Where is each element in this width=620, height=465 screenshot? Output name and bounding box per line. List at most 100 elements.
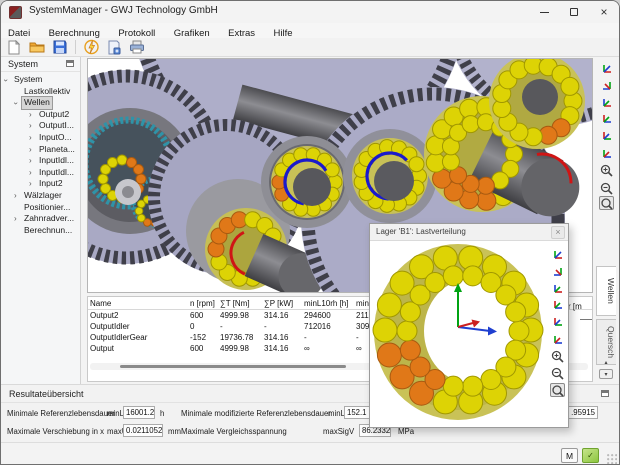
min-ref-life-field[interactable]: 16001.2 [123, 406, 155, 419]
axis-view-icon [601, 113, 613, 125]
tree-item-input2[interactable]: ›Input2 [1, 178, 80, 190]
bearing-window-close-button[interactable]: × [551, 226, 565, 239]
max-displacement-field[interactable]: 0.0211052 [123, 424, 163, 437]
scrollbar-thumb[interactable] [120, 365, 346, 368]
tab-scroll-down[interactable]: ▾ [599, 369, 613, 379]
document-plus-icon [107, 40, 121, 55]
clipped-column-header: r [m [568, 302, 582, 311]
float-panel-icon[interactable] [66, 60, 74, 67]
axis-view-icon [601, 130, 613, 142]
max-stress-unit: MPa [398, 427, 414, 436]
view-iso-button[interactable] [599, 61, 614, 75]
minimize-icon [540, 12, 549, 13]
zoom-out-button[interactable] [599, 181, 614, 195]
expander-icon[interactable]: › [29, 132, 32, 144]
expander-icon[interactable]: › [29, 109, 32, 121]
min-ref-life-label: Minimale Referenzlebensdauer [7, 409, 115, 418]
system-panel-title: System [8, 59, 38, 69]
zoom-in-icon [600, 164, 613, 177]
clipped-column-dash [580, 319, 592, 320]
view-top-button[interactable] [599, 146, 614, 160]
expander-icon[interactable]: › [0, 79, 12, 82]
view-front-button[interactable] [599, 78, 614, 92]
calculate-button[interactable] [81, 39, 101, 56]
bearing-window-toolbar [550, 244, 566, 400]
print-button[interactable] [127, 39, 147, 56]
tree-item-planeta[interactable]: ›Planeta... [1, 144, 80, 156]
expander-icon[interactable]: › [10, 102, 22, 105]
tree-item-wellen[interactable]: ›Wellen [1, 97, 80, 109]
axis-view-icon [552, 316, 564, 328]
right-strip: Wellen Quersch ▴ ▾ [593, 57, 620, 384]
tree-item-inputidl-1[interactable]: ›InputIdl... [1, 155, 80, 167]
zoom-fit-icon [600, 197, 613, 210]
bearing-3d-view[interactable] [370, 241, 568, 427]
expander-icon[interactable]: › [14, 213, 17, 225]
view-left-button[interactable] [550, 298, 565, 312]
resize-grip[interactable] [607, 454, 617, 464]
mode-button[interactable]: M [561, 448, 578, 463]
max-stress-label: Maximale Vergleichsspannung [181, 427, 287, 436]
axis-view-icon [601, 147, 613, 159]
tree-item-output2[interactable]: ›Output2 [1, 109, 80, 121]
menu-bar: Datei Berechnung Protokoll Grafiken Extr… [1, 23, 619, 38]
maximize-icon [570, 8, 578, 16]
axis-view-icon [552, 248, 564, 260]
title-bar[interactable]: SystemManager - GWJ Technology GmbH × [1, 1, 619, 23]
max-stress-symbol: maxSigV [323, 427, 354, 436]
edit-status-icon[interactable]: ✓ [582, 448, 599, 463]
new-document-button[interactable] [4, 39, 24, 56]
float-panel-icon[interactable] [601, 390, 609, 397]
zoom-fit-button[interactable] [550, 383, 565, 397]
expander-icon[interactable]: › [29, 155, 32, 167]
tree-item-inputidl-2[interactable]: ›InputIdl... [1, 167, 80, 179]
zoom-in-button[interactable] [550, 349, 565, 363]
tree-item-system[interactable]: ›System [1, 74, 80, 86]
zoom-in-button[interactable] [599, 163, 614, 177]
view-top-button[interactable] [550, 332, 565, 346]
view-front-button[interactable] [550, 264, 565, 278]
close-icon: × [600, 6, 607, 18]
report-add-button[interactable] [104, 39, 124, 56]
bearing-window-titlebar[interactable]: Lager 'B1': Lastverteilung × [370, 224, 568, 241]
printer-icon [129, 40, 145, 54]
expander-icon[interactable]: › [29, 178, 32, 190]
status-bar: M ✓ [1, 442, 619, 465]
maximize-button[interactable] [559, 1, 589, 23]
zoom-out-button[interactable] [550, 366, 565, 380]
tab-wellen[interactable]: Wellen [596, 266, 616, 316]
tree-item-waelzlager[interactable]: ›Wälzlager [1, 190, 80, 202]
zoom-fit-button[interactable] [599, 196, 614, 210]
new-document-icon [7, 40, 21, 55]
lightning-icon [84, 39, 99, 55]
view-back-button[interactable] [599, 95, 614, 109]
tree-item-zahnradver[interactable]: ›Zahnradver... [1, 213, 80, 225]
open-file-button[interactable] [27, 39, 47, 56]
axis-view-icon [552, 333, 564, 345]
close-button[interactable]: × [589, 1, 619, 23]
tab-scroll-up[interactable]: ▴ [599, 358, 613, 368]
app-window: SystemManager - GWJ Technology GmbH × Da… [0, 0, 620, 465]
max-displacement-unit: mm [168, 427, 181, 436]
toolbar-separator [75, 40, 76, 54]
tree-item-inputo[interactable]: ›InputO... [1, 132, 80, 144]
view-right-button[interactable] [599, 129, 614, 143]
view-back-button[interactable] [550, 281, 565, 295]
expander-icon[interactable]: › [29, 144, 32, 156]
tree-item-lastkollektiv[interactable]: Lastkollektiv [1, 86, 80, 98]
view-right-button[interactable] [550, 315, 565, 329]
bearing-window-title: Lager 'B1': Lastverteilung [376, 227, 466, 236]
tree-item-outputidler[interactable]: ›OutputI... [1, 120, 80, 132]
tree-item-berechnun[interactable]: Berechnun... [1, 225, 80, 237]
expander-icon[interactable]: › [29, 120, 32, 132]
min-ref-life-unit: h [160, 409, 164, 418]
minimize-button[interactable] [529, 1, 559, 23]
results-title: Resultateübersicht [9, 389, 84, 399]
expander-icon[interactable]: › [29, 167, 32, 179]
tree-item-positionier[interactable]: Positionier... [1, 202, 80, 214]
expander-icon[interactable]: › [14, 190, 17, 202]
view-left-button[interactable] [599, 112, 614, 126]
window-title: SystemManager - GWJ Technology GmbH [29, 5, 218, 16]
view-iso-button[interactable] [550, 247, 565, 261]
save-button[interactable] [50, 39, 70, 56]
